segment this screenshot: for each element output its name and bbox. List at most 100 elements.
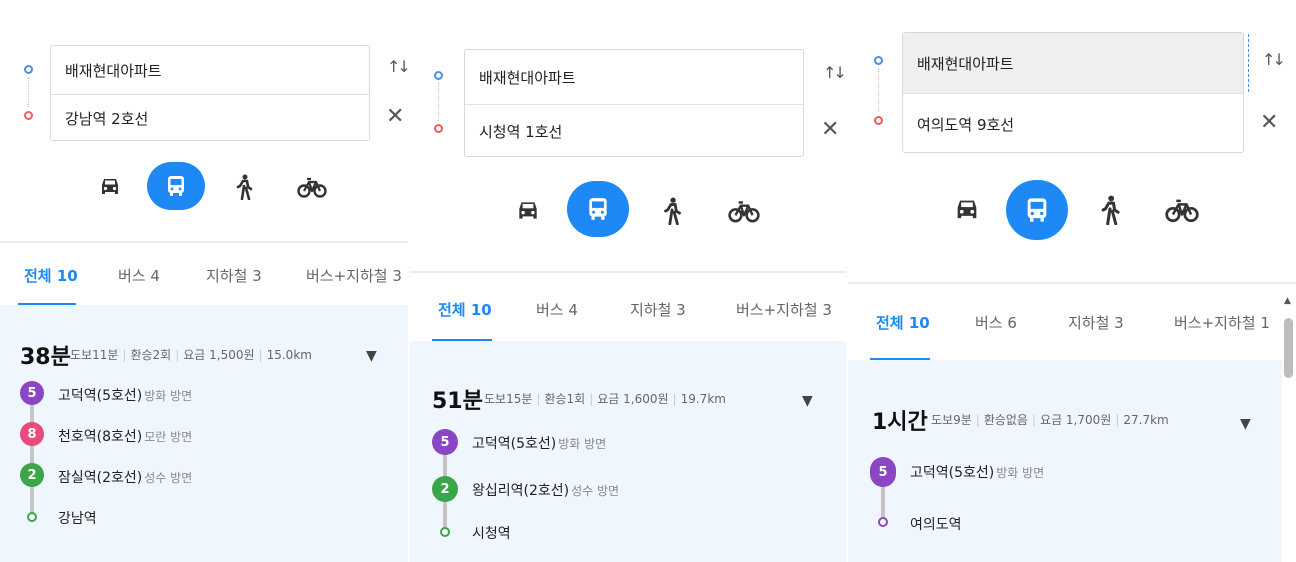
route-input-box: 배재현대아파트 강남역 2호선 (50, 45, 370, 141)
stop-final: 여의도역 (910, 514, 962, 534)
line-8-badge: 8 (20, 422, 44, 446)
route-line (30, 393, 34, 519)
bike-mode-button[interactable] (1158, 184, 1206, 236)
expand-dropdown-icon[interactable]: ▼ (366, 348, 377, 364)
bike-icon (1165, 199, 1199, 223)
tab-bus[interactable]: 버스 4 (536, 299, 578, 320)
stop-name: 시청역 (472, 526, 511, 542)
tab-bus-subway[interactable]: 버스+지하철 1 (1174, 312, 1270, 333)
stop-final: 시청역 (472, 523, 511, 543)
destination-field[interactable]: 시청역 1호선 (465, 104, 803, 158)
tab-bus-subway[interactable]: 버스+지하철 3 (306, 265, 402, 286)
tab-all[interactable]: 전체 10 (24, 265, 78, 286)
stop-direction: 모란 방면 (144, 430, 193, 444)
line-5-badge: 5 (432, 429, 458, 455)
destination-field[interactable]: 강남역 2호선 (51, 94, 369, 142)
stop-1: 고덕역(5호선) 방화 방면 (58, 385, 192, 405)
expand-dropdown-icon[interactable]: ▼ (1240, 416, 1251, 432)
stop-final: 강남역 (58, 508, 97, 528)
tab-subway[interactable]: 지하철 3 (630, 299, 686, 320)
fare: 요금 1,500원 (183, 348, 255, 362)
fare: 요금 1,600원 (597, 392, 669, 406)
directions-panel-3: 배재현대아파트 여의도역 9호선 ↑↓ ✕ 전체 10 버스 6 지하철 3 버… (848, 0, 1296, 562)
tab-subway[interactable]: 지하철 3 (206, 265, 262, 286)
tab-bus[interactable]: 버스 4 (118, 265, 160, 286)
destination-field[interactable]: 여의도역 9호선 (903, 93, 1243, 154)
stop-1: 고덕역(5호선) 방화 방면 (472, 433, 606, 453)
bike-icon (728, 201, 760, 223)
destination-text: 강남역 2호선 (65, 110, 149, 128)
close-icon[interactable]: ✕ (821, 117, 839, 142)
stop-name: 왕십리역(2호선) (472, 483, 570, 499)
bus-mode-button[interactable] (147, 162, 205, 210)
text-cursor (1248, 34, 1249, 92)
duration: 51분 (432, 389, 483, 414)
car-mode-button[interactable] (90, 165, 130, 209)
duration: 1시간 (872, 410, 928, 435)
route-summary: 도보11분 | 환승2회 | 요금 1,500원 | 15.0km (70, 348, 312, 362)
route-input-box: 배재현대아파트 여의도역 9호선 (902, 32, 1244, 153)
swap-icon[interactable]: ↑↓ (823, 63, 846, 82)
tab-all[interactable]: 전체 10 (438, 299, 492, 320)
walk-mode-button[interactable] (224, 165, 264, 209)
route-result-card[interactable]: 38분 도보11분 | 환승2회 | 요금 1,500원 | 15.0km ▼ 5 고덕역(… (0, 305, 408, 562)
stop-name: 천호역(8호선) (58, 429, 143, 445)
route-result-card[interactable]: 51분 도보15분 | 환승1회 | 요금 1,600원 | 19.7km ▼ 5 고덕역(… (410, 341, 846, 562)
bus-icon (589, 198, 607, 220)
route-summary: 도보15분 | 환승1회 | 요금 1,600원 | 19.7km (484, 392, 726, 406)
swap-icon[interactable]: ↑↓ (1262, 50, 1286, 69)
origin-field[interactable]: 배재현대아파트 (51, 46, 369, 94)
route-connector (438, 83, 439, 121)
tab-all[interactable]: 전체 10 (876, 312, 930, 333)
origin-field[interactable]: 배재현대아파트 (465, 50, 803, 104)
walk-mode-button[interactable] (1086, 184, 1134, 236)
stop-2: 천호역(8호선) 모란 방면 (58, 426, 192, 446)
bus-icon (1027, 198, 1047, 222)
walk-icon (236, 174, 253, 200)
car-mode-button[interactable] (943, 184, 991, 236)
origin-field[interactable]: 배재현대아파트 (903, 33, 1243, 93)
origin-marker-icon (874, 56, 883, 65)
scroll-up-arrow-icon[interactable]: ▲ (1284, 296, 1291, 306)
walk-time: 도보15분 (484, 392, 533, 406)
route-result-card[interactable]: 1시간 도보9분 | 환승없음 | 요금 1,700원 | 27.7km ▼ 5 고덕역(5… (848, 360, 1282, 562)
expand-dropdown-icon[interactable]: ▼ (802, 393, 813, 409)
tab-bus[interactable]: 버스 6 (975, 312, 1017, 333)
distance: 19.7km (680, 392, 726, 406)
distance: 27.7km (1123, 413, 1169, 427)
tab-bus-subway[interactable]: 버스+지하철 3 (736, 299, 832, 320)
bus-icon (168, 176, 184, 196)
bus-mode-button[interactable] (1006, 180, 1068, 240)
car-mode-button[interactable] (506, 187, 550, 235)
transfer-count: 환승2회 (130, 348, 172, 362)
bike-mode-button[interactable] (720, 187, 768, 235)
bike-mode-button[interactable] (290, 165, 334, 209)
fare: 요금 1,700원 (1040, 413, 1112, 427)
car-icon (519, 202, 537, 219)
tab-bar: 전체 10 버스 4 지하철 3 버스+지하철 3 (0, 241, 408, 305)
tab-subway[interactable]: 지하철 3 (1068, 312, 1124, 333)
swap-icon[interactable]: ↑↓ (387, 57, 408, 76)
bus-mode-button[interactable] (567, 181, 629, 237)
origin-marker-icon (24, 65, 33, 74)
route-connector (878, 68, 879, 112)
stop-3: 잠실역(2호선) 성수 방면 (58, 467, 192, 487)
stop-name: 강남역 (58, 511, 97, 527)
walk-time: 도보9분 (931, 413, 972, 427)
origin-marker-icon (434, 71, 443, 80)
walk-mode-button[interactable] (650, 187, 694, 235)
close-icon[interactable]: ✕ (386, 104, 404, 129)
scrollbar-thumb[interactable] (1284, 318, 1293, 378)
close-icon[interactable]: ✕ (1260, 110, 1278, 135)
stop-direction: 방화 방면 (144, 389, 193, 403)
stop-direction: 방화 방면 (996, 466, 1045, 480)
route-summary: 도보9분 | 환승없음 | 요금 1,700원 | 27.7km (931, 413, 1169, 427)
line-5-badge: 5 (20, 381, 44, 405)
stop-2: 왕십리역(2호선) 성수 방면 (472, 480, 619, 500)
line-2-badge: 2 (20, 463, 44, 487)
tab-bar: 전체 10 버스 4 지하철 3 버스+지하철 3 (410, 271, 846, 341)
stop-direction: 방화 방면 (558, 437, 607, 451)
origin-text: 배재현대아파트 (479, 68, 576, 87)
walk-icon (1101, 195, 1120, 225)
directions-panel-2: 배재현대아파트 시청역 1호선 ↑↓ ✕ 전체 10 버스 4 지하철 3 버스… (410, 0, 846, 562)
